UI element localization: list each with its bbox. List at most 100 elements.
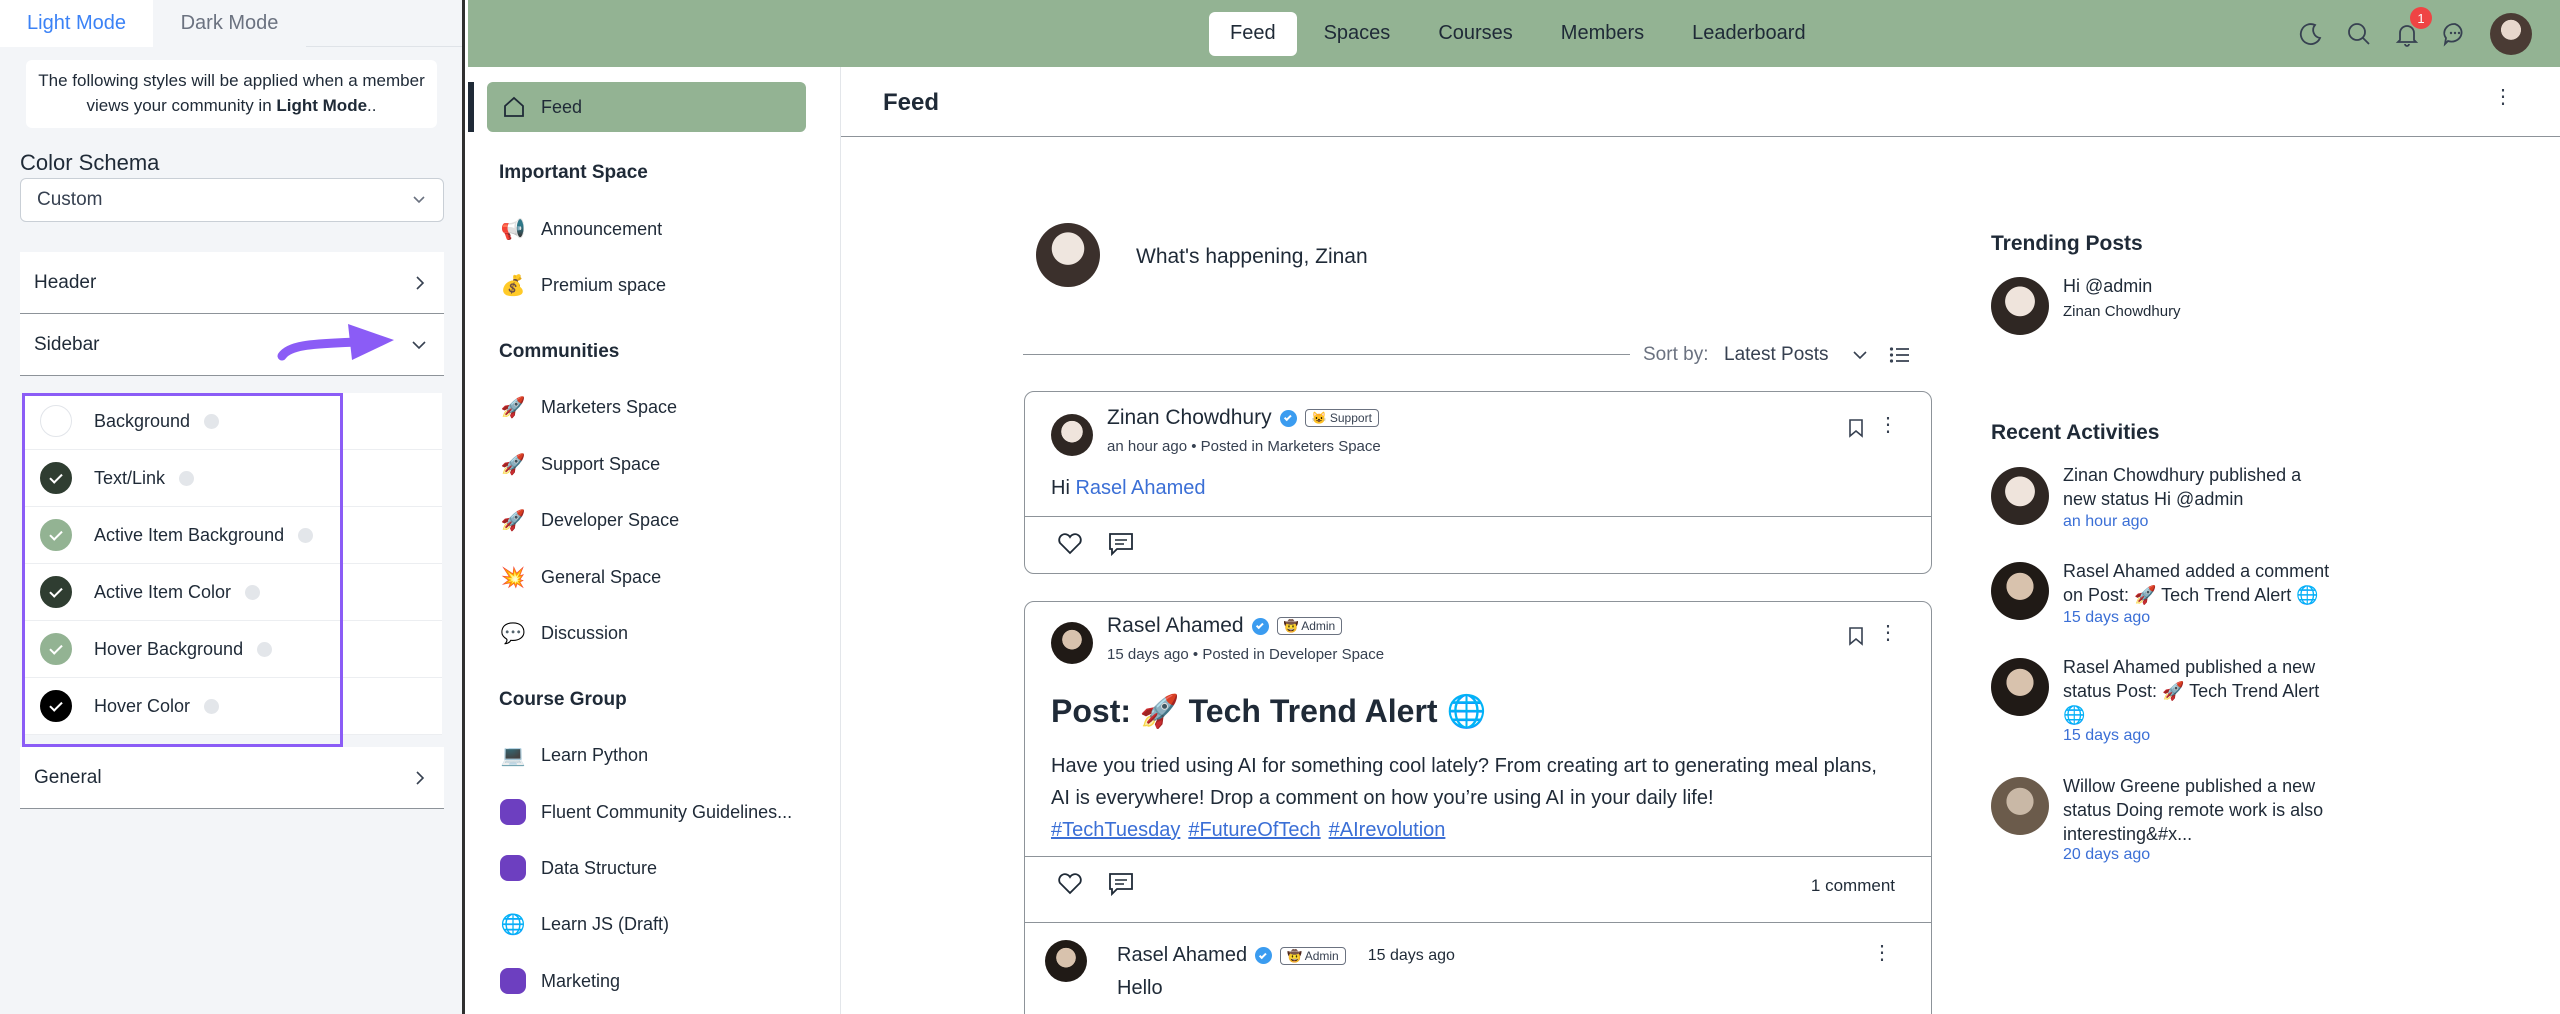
- color-swatch[interactable]: [40, 519, 72, 551]
- mention-link[interactable]: Rasel Ahamed: [1075, 477, 1205, 499]
- option-hover-background[interactable]: Hover Background: [22, 621, 442, 678]
- sidebar-item-developer-space[interactable]: 🚀 Developer Space: [499, 505, 680, 535]
- sidebar-item-label: Feed: [541, 96, 583, 117]
- comment-icon[interactable]: [1107, 871, 1135, 897]
- nav-spaces[interactable]: Spaces: [1303, 12, 1412, 56]
- comment-icon[interactable]: [1107, 531, 1135, 557]
- sidebar-item-marketers-space[interactable]: 🚀 Marketers Space: [499, 392, 678, 422]
- option-hover-color[interactable]: Hover Color: [22, 678, 442, 735]
- avatar[interactable]: [1045, 940, 1087, 982]
- activity-item[interactable]: Rasel Ahamed added a comment on Post: 🚀 …: [2063, 559, 2329, 607]
- sidebar-item-data-structure[interactable]: Data Structure: [499, 853, 657, 883]
- sidebar-item-announcement[interactable]: 📢 Announcement: [499, 214, 663, 244]
- sidebar-item-general-space[interactable]: 💥 General Space: [499, 562, 662, 592]
- avatar[interactable]: [1991, 277, 2049, 335]
- avatar[interactable]: [1051, 622, 1093, 664]
- color-swatch[interactable]: [40, 690, 72, 722]
- heart-icon[interactable]: [1057, 532, 1083, 556]
- divider: [1025, 856, 1931, 857]
- nav-members[interactable]: Members: [1540, 12, 1665, 56]
- more-options-icon[interactable]: ⋮: [1872, 943, 1892, 963]
- option-active-item-color[interactable]: Active Item Color: [22, 564, 442, 621]
- color-swatch[interactable]: [40, 576, 72, 608]
- rocket-icon: 🚀: [500, 509, 526, 532]
- post-title[interactable]: Post: 🚀 Tech Trend Alert 🌐: [1051, 692, 1486, 730]
- activity-line: 🌐: [2063, 705, 2086, 725]
- color-schema-select[interactable]: Custom: [20, 178, 444, 222]
- option-label: Active Item Background: [94, 524, 285, 545]
- nav-feed[interactable]: Feed: [1209, 11, 1297, 56]
- sidebar-item-label: Learn Python: [541, 744, 649, 765]
- post-text: Have you tried using AI for something co…: [1051, 755, 1877, 809]
- activity-item[interactable]: Willow Greene published a new status Doi…: [2063, 774, 2323, 846]
- activity-item[interactable]: Rasel Ahamed published a new status Post…: [2063, 655, 2319, 727]
- color-swatch[interactable]: [40, 405, 72, 437]
- tab-light-mode[interactable]: Light Mode: [0, 0, 153, 47]
- info-icon[interactable]: [257, 641, 273, 657]
- sidebar-item-label: Marketing: [541, 970, 621, 991]
- customizer-panel: Light Mode Dark Mode The following style…: [0, 0, 465, 1014]
- color-swatch[interactable]: [40, 462, 72, 494]
- section-general[interactable]: General: [20, 747, 444, 809]
- avatar[interactable]: [1991, 467, 2049, 525]
- hashtag-link[interactable]: #FutureOfTech: [1188, 819, 1320, 841]
- activity-item[interactable]: Zinan Chowdhury published a new status H…: [2063, 463, 2301, 511]
- tab-dark-mode[interactable]: Dark Mode: [153, 0, 306, 47]
- info-icon[interactable]: [179, 470, 195, 486]
- sidebar-item-marketing[interactable]: Marketing: [499, 966, 620, 996]
- info-icon[interactable]: [204, 413, 220, 429]
- nav-courses[interactable]: Courses: [1417, 12, 1533, 56]
- activity-line: new status Hi @admin: [2063, 489, 2244, 509]
- hashtag-link[interactable]: #TechTuesday: [1051, 819, 1180, 841]
- more-options-icon[interactable]: ⋮: [2493, 87, 2513, 107]
- comment-count[interactable]: 1 comment: [1811, 876, 1895, 896]
- post-author[interactable]: Zinan Chowdhury 😺 Support: [1107, 406, 1379, 430]
- post-author[interactable]: Rasel Ahamed 🤠 Admin: [1107, 614, 1343, 638]
- chat-icon[interactable]: [2442, 21, 2468, 47]
- comment-author[interactable]: Rasel Ahamed 🤠 Admin 15 days ago: [1117, 944, 1455, 967]
- avatar[interactable]: [1051, 414, 1093, 456]
- sidebar-item-fluent-community-guidelines[interactable]: Fluent Community Guidelines...: [499, 797, 792, 827]
- user-avatar-menu[interactable]: [2490, 13, 2532, 55]
- activity-line: status Doing remote work is also: [2063, 800, 2324, 820]
- chevron-down-icon[interactable]: [1851, 347, 1869, 363]
- composer-input[interactable]: What's happening, Zinan: [1136, 245, 1368, 269]
- bell-icon[interactable]: 1: [2394, 7, 2432, 47]
- trending-post-text[interactable]: Hi @admin: [2063, 274, 2152, 298]
- search-icon[interactable]: [2346, 21, 2372, 47]
- notification-badge: 1: [2410, 7, 2432, 29]
- heart-icon[interactable]: [1057, 872, 1083, 896]
- bookmark-icon[interactable]: [1847, 626, 1865, 646]
- option-active-item-background[interactable]: Active Item Background: [22, 507, 442, 564]
- sidebar-item-discussion[interactable]: 💬 Discussion: [499, 618, 628, 648]
- hashtag-link[interactable]: #AIrevolution: [1329, 819, 1446, 841]
- info-icon[interactable]: [204, 698, 220, 714]
- sidebar-item-feed[interactable]: Feed: [468, 82, 806, 132]
- sidebar-item-label: Announcement: [541, 218, 663, 239]
- activity-line: on Post: 🚀 Tech Trend Alert 🌐: [2063, 585, 2319, 605]
- avatar[interactable]: [1991, 658, 2049, 716]
- avatar[interactable]: [1991, 562, 2049, 620]
- list-view-icon[interactable]: [1889, 345, 1911, 365]
- more-options-icon[interactable]: ⋮: [1878, 623, 1898, 643]
- sidebar-item-learn-python[interactable]: 💻 Learn Python: [499, 740, 649, 770]
- post-body: Have you tried using AI for something co…: [1051, 750, 1891, 846]
- moon-icon[interactable]: [2298, 21, 2324, 47]
- more-options-icon[interactable]: ⋮: [1878, 415, 1898, 435]
- avatar[interactable]: [1991, 777, 2049, 835]
- sidebar-item-premium-space[interactable]: 💰 Premium space: [499, 270, 667, 300]
- sidebar-item-learn-js[interactable]: 🌐 Learn JS (Draft): [499, 909, 670, 939]
- info-icon[interactable]: [298, 527, 314, 543]
- sort-select[interactable]: Latest Posts: [1724, 344, 1829, 366]
- role-badge: 🤠 Admin: [1276, 617, 1343, 635]
- color-swatch[interactable]: [40, 633, 72, 665]
- post-body: Hi Rasel Ahamed: [1051, 472, 1206, 504]
- mode-info-note: The following styles will be applied whe…: [26, 60, 437, 128]
- option-text-link[interactable]: Text/Link: [22, 450, 442, 507]
- option-background[interactable]: Background: [22, 393, 442, 450]
- bookmark-icon[interactable]: [1847, 418, 1865, 438]
- nav-leaderboard[interactable]: Leaderboard: [1671, 12, 1826, 56]
- section-header[interactable]: Header: [20, 252, 444, 314]
- info-icon[interactable]: [245, 584, 261, 600]
- sidebar-item-support-space[interactable]: 🚀 Support Space: [499, 449, 661, 479]
